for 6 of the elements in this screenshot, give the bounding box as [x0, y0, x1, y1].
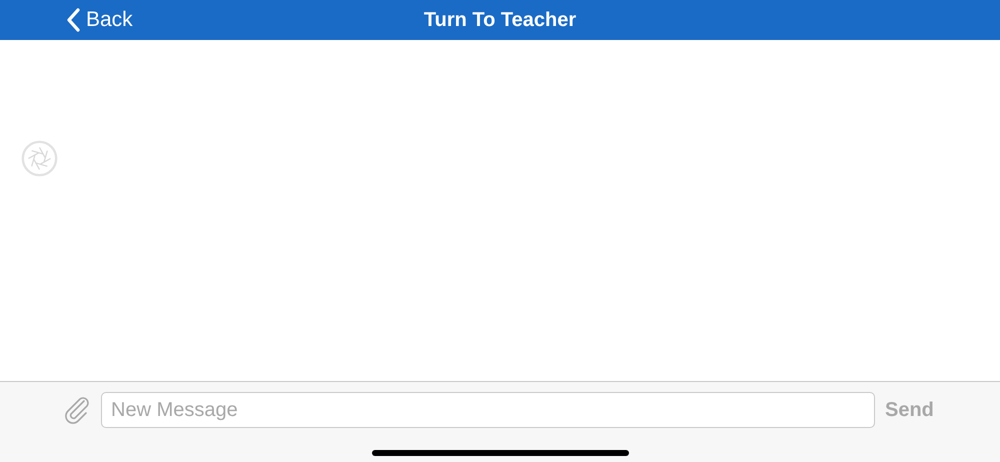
message-input-field[interactable]: New Message [101, 392, 875, 428]
paperclip-icon[interactable] [62, 395, 92, 425]
screen-title: Turn To Teacher [424, 8, 576, 32]
back-button[interactable]: Back [66, 8, 133, 32]
chevron-left-icon [66, 8, 80, 32]
loading-spinner-icon [21, 140, 58, 177]
